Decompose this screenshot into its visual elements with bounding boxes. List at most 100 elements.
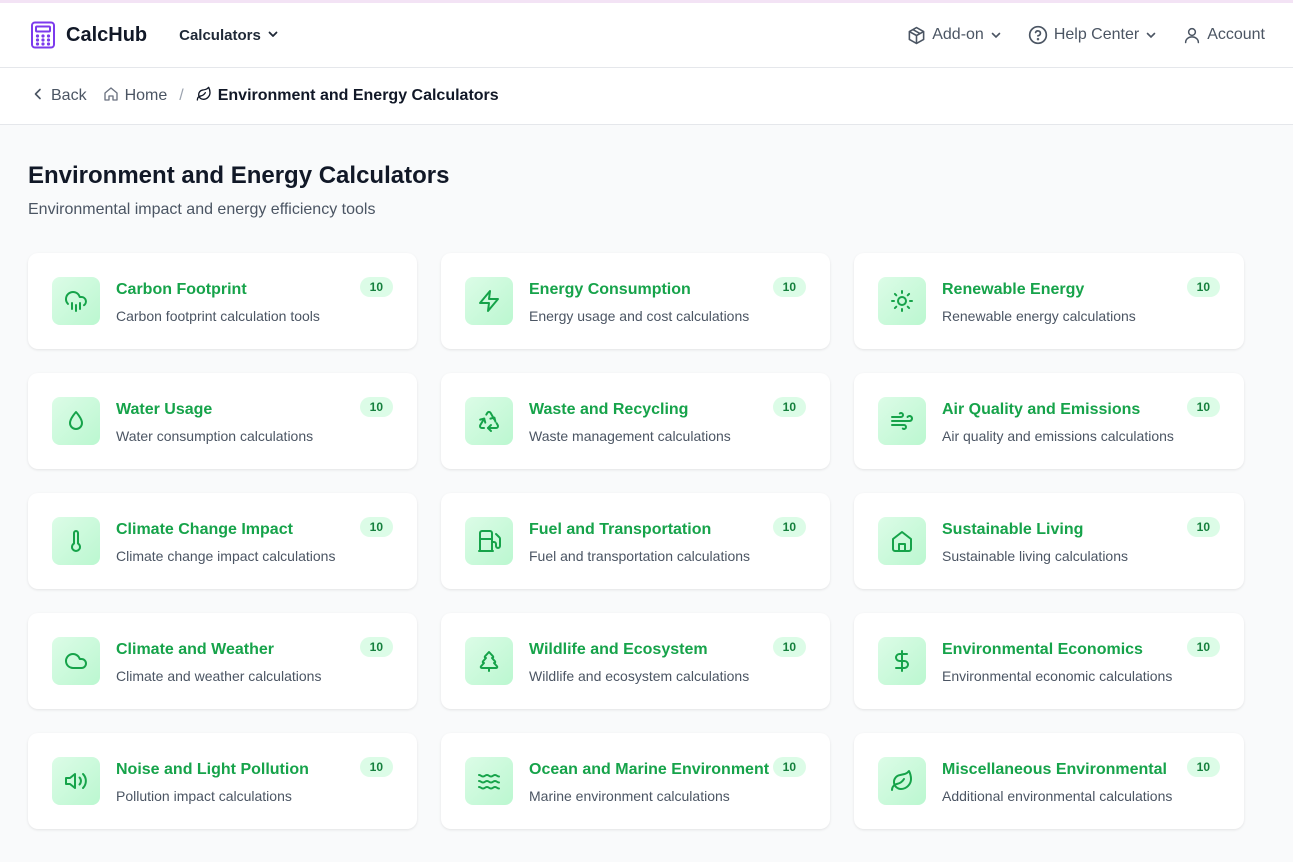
chevron-down-icon: [267, 27, 279, 44]
chevron-down-icon: [1145, 29, 1157, 41]
volume-icon: [52, 757, 100, 805]
wind-icon: [878, 397, 926, 445]
count-badge: 10: [359, 397, 393, 417]
card-title: Carbon Footprint: [116, 281, 247, 298]
account-label: Account: [1207, 26, 1265, 43]
category-card-water-usage[interactable]: Water Usage Water consumption calculatio…: [28, 373, 417, 469]
card-title: Miscellaneous Environmental: [942, 761, 1167, 778]
house-icon: [878, 517, 926, 565]
droplet-icon: [52, 397, 100, 445]
back-label: Back: [51, 87, 87, 104]
cloud-icon: [52, 637, 100, 685]
calculator-logo-icon: [30, 21, 56, 49]
card-description: Renewable energy calculations: [942, 308, 1136, 324]
count-badge: 10: [359, 637, 393, 657]
card-description: Climate and weather calculations: [116, 668, 322, 684]
count-badge: 10: [772, 517, 806, 537]
chevron-left-icon: [31, 87, 45, 106]
count-badge: 10: [359, 757, 393, 777]
count-badge: 10: [1186, 277, 1220, 297]
fuel-icon: [465, 517, 513, 565]
card-title: Ocean and Marine Environment: [529, 761, 770, 778]
category-card-fuel-and-transportation[interactable]: Fuel and Transportation Fuel and transpo…: [441, 493, 830, 589]
home-icon: [103, 86, 119, 107]
category-grid: Carbon Footprint Carbon footprint calcul…: [28, 253, 1265, 829]
card-title: Wildlife and Ecosystem: [529, 641, 708, 658]
recycle-icon: [465, 397, 513, 445]
help-center-menu[interactable]: Help Center: [1028, 25, 1157, 45]
category-card-environmental-economics[interactable]: Environmental Economics Environmental ec…: [854, 613, 1244, 709]
card-description: Air quality and emissions calculations: [942, 428, 1174, 444]
card-description: Marine environment calculations: [529, 788, 730, 804]
main-content: Environment and Energy Calculators Envir…: [0, 125, 1293, 829]
card-description: Water consumption calculations: [116, 428, 314, 444]
category-card-climate-change-impact[interactable]: Climate Change Impact Climate change imp…: [28, 493, 417, 589]
card-title: Noise and Light Pollution: [116, 761, 309, 778]
card-title: Renewable Energy: [942, 281, 1085, 298]
card-description: Fuel and transportation calculations: [529, 548, 751, 564]
calculators-menu-label: Calculators: [179, 26, 261, 44]
breadcrumb: Back Home / Environment and Energy Calcu…: [0, 68, 1293, 125]
calculators-menu[interactable]: Calculators: [179, 27, 279, 44]
logo-text: CalcHub: [66, 23, 148, 46]
card-title: Climate and Weather: [116, 641, 274, 658]
category-card-noise-and-light-pollution[interactable]: Noise and Light Pollution Pollution impa…: [28, 733, 417, 829]
home-link[interactable]: Home: [103, 86, 168, 107]
card-title: Climate Change Impact: [116, 521, 293, 538]
top-header: CalcHub Calculators Add-on Help Center A…: [0, 3, 1293, 68]
help-center-label: Help Center: [1053, 26, 1140, 43]
count-badge: 10: [1186, 517, 1220, 537]
breadcrumb-separator: /: [179, 87, 184, 104]
package-icon: [907, 26, 926, 45]
count-badge: 10: [359, 277, 393, 297]
card-title: Environmental Economics: [942, 641, 1143, 658]
card-title: Water Usage: [116, 401, 213, 418]
account-menu[interactable]: Account: [1183, 26, 1265, 44]
category-card-renewable-energy[interactable]: Renewable Energy Renewable energy calcul…: [854, 253, 1244, 349]
count-badge: 10: [772, 397, 806, 417]
tree-icon: [465, 637, 513, 685]
page-title: Environment and Energy Calculators: [28, 162, 450, 189]
card-title: Sustainable Living: [942, 521, 1084, 538]
back-link[interactable]: Back: [31, 87, 87, 106]
count-badge: 10: [359, 517, 393, 537]
category-card-sustainable-living[interactable]: Sustainable Living Sustainable living ca…: [854, 493, 1244, 589]
count-badge: 10: [1186, 397, 1220, 417]
home-label: Home: [124, 87, 168, 104]
card-description: Environmental economic calculations: [942, 668, 1173, 684]
category-card-air-quality[interactable]: Air Quality and Emissions Air quality an…: [854, 373, 1244, 469]
category-card-miscellaneous-environmental[interactable]: Miscellaneous Environmental Additional e…: [854, 733, 1244, 829]
lightning-icon: [465, 277, 513, 325]
dollar-icon: [878, 637, 926, 685]
card-title: Waste and Recycling: [529, 401, 689, 418]
card-description: Pollution impact calculations: [116, 788, 292, 804]
card-description: Sustainable living calculations: [942, 548, 1128, 564]
category-card-climate-and-weather[interactable]: Climate and Weather Climate and weather …: [28, 613, 417, 709]
card-description: Energy usage and cost calculations: [529, 308, 750, 324]
card-description: Wildlife and ecosystem calculations: [529, 668, 750, 684]
card-description: Carbon footprint calculation tools: [116, 308, 320, 324]
card-title: Energy Consumption: [529, 281, 691, 298]
sun-icon: [878, 277, 926, 325]
page-subtitle: Environmental impact and energy efficien…: [28, 201, 376, 218]
category-card-wildlife-and-ecosystem[interactable]: Wildlife and Ecosystem Wildlife and ecos…: [441, 613, 830, 709]
card-description: Waste management calculations: [529, 428, 731, 444]
category-card-waste-and-recycling[interactable]: Waste and Recycling Waste management cal…: [441, 373, 830, 469]
waves-icon: [465, 757, 513, 805]
category-card-carbon-footprint[interactable]: Carbon Footprint Carbon footprint calcul…: [28, 253, 417, 349]
leaf-icon: [196, 86, 212, 107]
category-card-energy-consumption[interactable]: Energy Consumption Energy usage and cost…: [441, 253, 830, 349]
logo[interactable]: CalcHub: [30, 21, 147, 49]
card-title: Fuel and Transportation: [529, 521, 712, 538]
count-badge: 10: [772, 757, 806, 777]
card-title: Air Quality and Emissions: [942, 401, 1141, 418]
cloud-rain-icon: [52, 277, 100, 325]
count-badge: 10: [772, 277, 806, 297]
count-badge: 10: [1186, 757, 1220, 777]
count-badge: 10: [772, 637, 806, 657]
addon-menu[interactable]: Add-on: [907, 26, 1002, 45]
card-description: Additional environmental calculations: [942, 788, 1173, 804]
breadcrumb-current-label: Environment and Energy Calculators: [217, 87, 499, 104]
category-card-ocean-and-marine[interactable]: Ocean and Marine Environment Marine envi…: [441, 733, 830, 829]
leaf-icon: [878, 757, 926, 805]
